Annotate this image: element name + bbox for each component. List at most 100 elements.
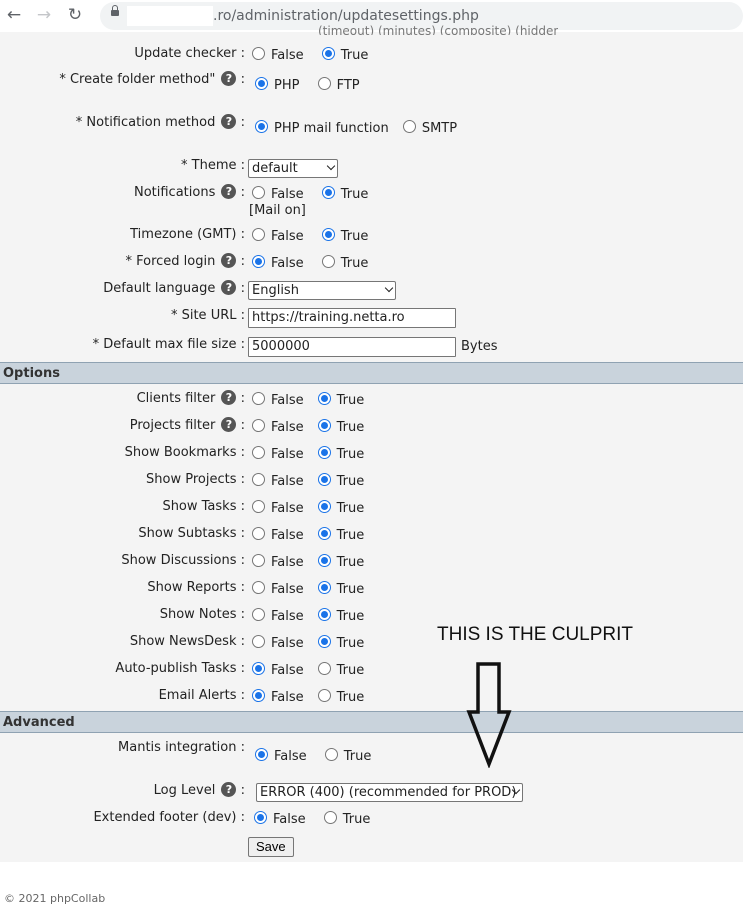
- option-true-radio[interactable]: [317, 500, 331, 513]
- back-arrow-icon[interactable]: ←: [4, 5, 24, 25]
- theme-select[interactable]: default: [248, 159, 338, 178]
- help-icon[interactable]: ?: [221, 184, 237, 199]
- option-row: Show Bookmarks : False True: [0, 443, 743, 463]
- create-folder-method-row: * Create folder method" ? : PHP FTP: [0, 70, 743, 93]
- extended-footer-false-radio[interactable]: [254, 811, 267, 824]
- default-language-row: Default language ? : English: [0, 279, 743, 300]
- option-row: Show Notes : False True: [0, 605, 743, 625]
- update-checker-true-radio[interactable]: [321, 47, 335, 60]
- notification-method-row: * Notification method ? : PHP mail funct…: [0, 113, 743, 136]
- save-button[interactable]: Save: [248, 837, 294, 857]
- timezone-false-radio[interactable]: [252, 228, 265, 241]
- extended-footer-true-radio[interactable]: [323, 811, 337, 824]
- timezone-true-radio[interactable]: [321, 228, 335, 241]
- option-row: Show Subtasks : False True: [0, 524, 743, 544]
- colon: :: [236, 185, 245, 200]
- option-true-radio[interactable]: [317, 527, 331, 540]
- false-label: False: [271, 393, 304, 408]
- option-false-radio[interactable]: [252, 581, 265, 594]
- site-url-input[interactable]: https://training.netta.ro: [248, 308, 456, 328]
- true-label: True: [340, 48, 369, 63]
- reload-icon[interactable]: ↻: [65, 5, 85, 25]
- option-label: Show NewsDesk :: [129, 634, 245, 649]
- false-label: False: [271, 609, 304, 624]
- option-true-radio[interactable]: [317, 608, 331, 621]
- option-false-radio[interactable]: [252, 419, 265, 432]
- false-label: False: [274, 749, 307, 764]
- option-true-radio[interactable]: [317, 446, 331, 459]
- option-label: Show Tasks :: [162, 499, 245, 514]
- log-level-select[interactable]: ERROR (400) (recommended for PROD): [256, 783, 523, 802]
- mantis-false-radio[interactable]: [255, 748, 268, 761]
- option-label: Email Alerts :: [158, 688, 245, 703]
- url-text: .ro/administration/updatesettings.php: [213, 8, 479, 24]
- theme-label: * Theme :: [181, 158, 245, 173]
- option-false-radio[interactable]: [252, 446, 265, 459]
- option-true-radio[interactable]: [317, 689, 331, 702]
- default-language-label: Default language: [103, 281, 220, 296]
- php-mail-function-label: PHP mail function: [274, 121, 389, 136]
- option-row: Show Tasks : False True: [0, 497, 743, 517]
- option-label: Show Reports :: [147, 580, 245, 595]
- option-false-radio[interactable]: [252, 473, 265, 486]
- smtp-radio[interactable]: [402, 120, 416, 133]
- settings-page: (timeout) (minutes) (composite) (hidden)…: [0, 24, 743, 862]
- option-false-radio[interactable]: [252, 500, 265, 513]
- option-true-radio[interactable]: [317, 392, 331, 405]
- bytes-unit: Bytes: [461, 339, 498, 354]
- option-label: Show Bookmarks :: [124, 445, 245, 460]
- option-true-radio[interactable]: [317, 635, 331, 648]
- option-true-radio[interactable]: [317, 581, 331, 594]
- option-true-radio[interactable]: [317, 662, 331, 675]
- option-false-radio[interactable]: [252, 635, 265, 648]
- chevron-down-icon: [384, 283, 394, 293]
- mantis-true-radio[interactable]: [324, 748, 338, 761]
- help-icon[interactable]: ?: [221, 280, 237, 295]
- help-icon[interactable]: ?: [221, 782, 237, 797]
- options-section-header: Options: [0, 362, 743, 384]
- help-icon[interactable]: ?: [221, 71, 237, 86]
- log-level-row: Log Level ? : ERROR (400) (recommended f…: [0, 781, 743, 802]
- true-label: True: [336, 609, 365, 624]
- default-language-select[interactable]: English: [248, 281, 396, 300]
- max-file-size-label: * Default max file size :: [92, 337, 245, 352]
- notifications-true-radio[interactable]: [321, 186, 335, 199]
- create-folder-ftp-radio[interactable]: [317, 77, 331, 90]
- colon: :: [236, 254, 245, 269]
- forward-arrow-icon[interactable]: →: [34, 5, 54, 25]
- help-icon[interactable]: ?: [221, 253, 237, 268]
- forced-login-false-radio[interactable]: [252, 255, 265, 268]
- forced-login-row: * Forced login ? : False True: [0, 252, 743, 272]
- option-true-radio[interactable]: [317, 419, 331, 432]
- true-label: True: [342, 812, 371, 827]
- colon: :: [236, 115, 245, 130]
- down-arrow-annotation-icon: [466, 662, 512, 768]
- option-true-radio[interactable]: [317, 554, 331, 567]
- log-level-value: ERROR (400) (recommended for PROD): [260, 785, 517, 800]
- help-icon[interactable]: ?: [221, 417, 237, 432]
- php-mail-function-radio[interactable]: [255, 120, 268, 133]
- create-folder-php-radio[interactable]: [255, 77, 268, 90]
- max-file-size-input[interactable]: 5000000: [248, 337, 456, 357]
- option-false-radio[interactable]: [252, 608, 265, 621]
- option-false-radio[interactable]: [252, 662, 265, 675]
- mail-on-note: [Mail on]: [249, 203, 306, 218]
- option-false-radio[interactable]: [252, 392, 265, 405]
- false-label: False: [271, 48, 304, 63]
- option-row: Show Discussions : False True: [0, 551, 743, 571]
- option-true-radio[interactable]: [317, 473, 331, 486]
- option-false-radio[interactable]: [252, 689, 265, 702]
- option-row: Projects filter ? : False True: [0, 416, 743, 436]
- true-label: True: [340, 187, 369, 202]
- max-file-size-row: * Default max file size : 5000000 Bytes: [0, 335, 743, 357]
- forced-login-true-radio[interactable]: [321, 255, 335, 268]
- help-icon[interactable]: ?: [221, 114, 237, 129]
- update-checker-false-radio[interactable]: [252, 47, 265, 60]
- option-false-radio[interactable]: [252, 554, 265, 567]
- option-false-radio[interactable]: [252, 527, 265, 540]
- false-label: False: [271, 256, 304, 271]
- true-label: True: [336, 528, 365, 543]
- help-icon[interactable]: ?: [221, 390, 237, 405]
- true-label: True: [343, 749, 372, 764]
- notifications-false-radio[interactable]: [252, 186, 265, 199]
